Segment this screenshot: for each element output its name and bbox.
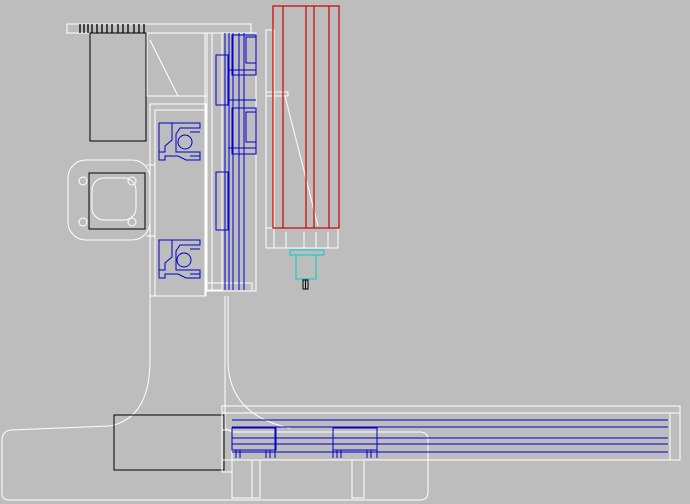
bearing-block-lower bbox=[158, 239, 201, 279]
lower-motor-block bbox=[113, 414, 225, 471]
motor-mount bbox=[67, 159, 155, 241]
spindle-carriage bbox=[265, 29, 339, 249]
z-axis-plate bbox=[204, 32, 257, 292]
tool-holder bbox=[289, 249, 325, 290]
bearing-block-upper bbox=[158, 122, 201, 161]
cad-viewport[interactable] bbox=[0, 0, 690, 504]
column-outline bbox=[1, 32, 429, 501]
x-axis-rails bbox=[231, 419, 668, 458]
spindle-motor bbox=[272, 5, 340, 229]
machine-drawing bbox=[1, 5, 681, 501]
top-cable-chain bbox=[66, 23, 252, 34]
upper-motor-block bbox=[89, 32, 147, 142]
